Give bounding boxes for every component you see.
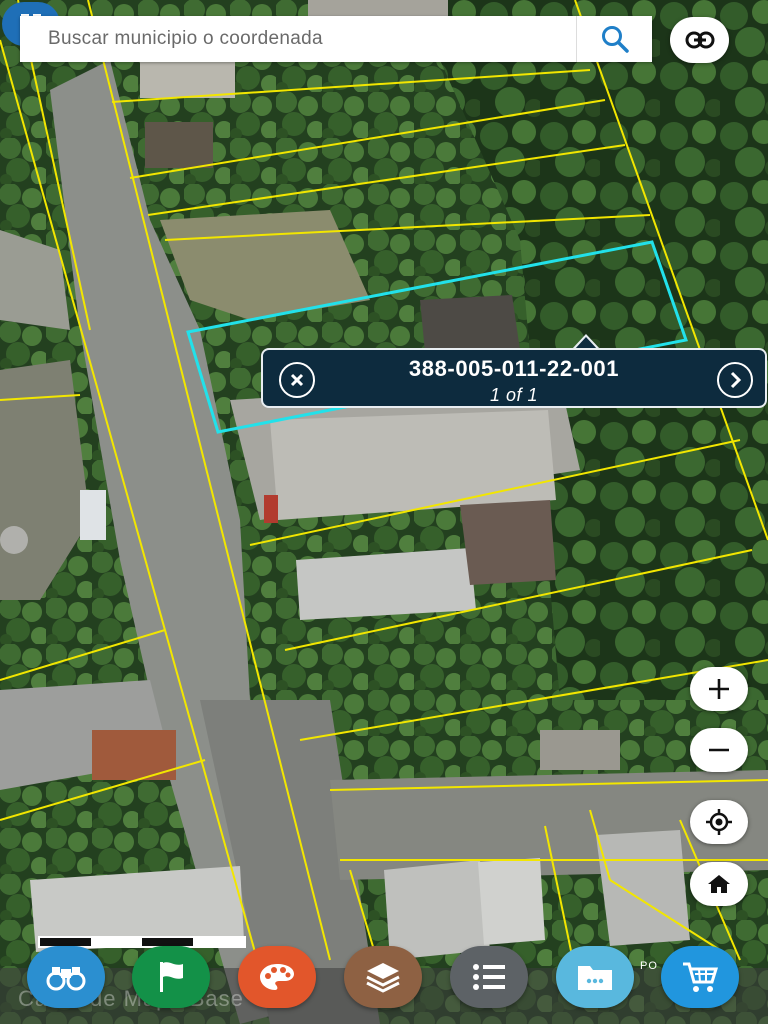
layers-icon (366, 963, 400, 993)
aerial-map[interactable] (0, 0, 768, 1024)
parcel-popup: 388-005-011-22-001 1 of 1 (261, 348, 767, 408)
search-button[interactable] (576, 16, 652, 62)
tool-palette-button[interactable] (238, 946, 316, 1008)
tool-cart-button[interactable] (661, 946, 739, 1008)
tool-flag-button[interactable] (132, 946, 210, 1008)
flag-icon (160, 962, 183, 992)
zoom-in-button[interactable] (690, 667, 748, 711)
palette-icon (260, 964, 294, 990)
tool-legend-button[interactable] (450, 946, 528, 1008)
cart-icon (683, 962, 719, 992)
popup-next-button[interactable] (717, 362, 753, 398)
search-input[interactable] (20, 16, 576, 62)
result-count: 1 of 1 (489, 385, 539, 405)
tool-binoculars-button[interactable] (27, 946, 105, 1008)
tool-folder-button[interactable] (556, 946, 634, 1008)
link-icon (685, 31, 714, 49)
locate-button[interactable] (690, 800, 748, 844)
list-icon (473, 964, 505, 990)
share-link-button[interactable] (670, 17, 729, 63)
parcel-id: 388-005-011-22-001 (408, 356, 620, 381)
chevron-right-icon (730, 371, 742, 389)
plus-icon (709, 679, 729, 699)
home-icon (708, 875, 730, 893)
search-bar (20, 16, 652, 62)
folder-icon (578, 966, 612, 990)
tool-layers-button[interactable] (344, 946, 422, 1008)
popup-pointer (572, 334, 600, 350)
zoom-out-button[interactable] (690, 728, 748, 772)
home-button[interactable] (690, 862, 748, 906)
search-icon (601, 26, 629, 53)
crosshair-icon (706, 809, 732, 835)
minus-icon (709, 748, 729, 752)
footer-right-text: PO (640, 960, 658, 972)
binoculars-icon (46, 967, 86, 991)
